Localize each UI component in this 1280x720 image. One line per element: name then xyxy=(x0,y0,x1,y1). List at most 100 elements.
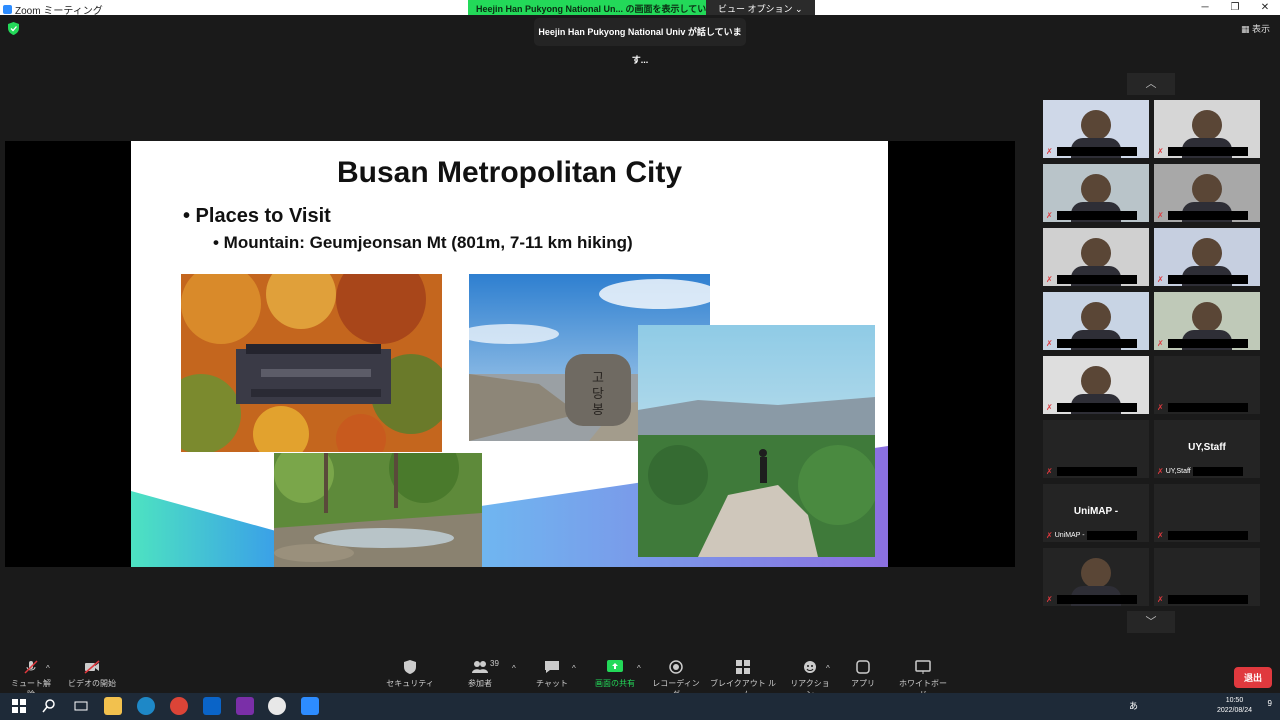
participant-tile[interactable]: ✗ xyxy=(1043,164,1149,222)
chrome-icon[interactable] xyxy=(170,697,188,715)
shield-icon[interactable] xyxy=(8,22,19,35)
record-icon xyxy=(669,660,683,674)
redacted-name-bar xyxy=(1086,530,1137,540)
participant-tile[interactable]: ✗ xyxy=(1154,356,1260,414)
zoom-taskbar-icon[interactable] xyxy=(301,697,319,715)
participant-label: ✗ xyxy=(1157,594,1248,604)
participant-video xyxy=(1081,366,1111,396)
temple-photo xyxy=(181,274,442,452)
share-screen-label: 画面の共有 xyxy=(595,679,635,688)
participant-video xyxy=(1192,238,1222,268)
redacted-name-bar xyxy=(1167,338,1248,348)
chat-chevron-icon[interactable]: ^ xyxy=(572,664,576,673)
outlook-icon[interactable] xyxy=(203,697,221,715)
ime-indicator[interactable]: あ xyxy=(1129,701,1138,711)
notification-icon[interactable]: 9 xyxy=(1268,699,1272,709)
participants-label: 参加者 xyxy=(468,679,492,688)
redacted-name-bar xyxy=(1056,338,1137,348)
muted-mic-icon: ✗ xyxy=(1046,530,1053,540)
participant-tile[interactable]: ✗ xyxy=(1043,356,1149,414)
participant-video xyxy=(1081,302,1111,332)
app-title-text: Zoom ミーティング xyxy=(15,6,103,17)
scroll-up-button[interactable]: ︿ xyxy=(1127,73,1175,95)
muted-mic-icon: ✗ xyxy=(1046,274,1053,284)
clock[interactable]: 10:50 2022/08/24 xyxy=(1217,696,1252,716)
participant-label: ✗ xyxy=(1046,338,1137,348)
windows-taskbar: あ 10:50 2022/08/24 9 xyxy=(0,693,1280,720)
participant-video xyxy=(1192,110,1222,140)
app-title: Zoom ミーティング xyxy=(3,2,103,17)
participant-tile[interactable]: UY,Staff ✗ UY,Staff xyxy=(1154,420,1260,478)
close-icon[interactable]: ✕ xyxy=(1250,0,1280,15)
minimize-icon[interactable]: ─ xyxy=(1190,0,1220,15)
view-options-button[interactable]: ビュー オプション ⌄ xyxy=(706,0,815,15)
share-screen-button[interactable]: 画面の共有 xyxy=(591,660,639,689)
participant-label: ✗ xyxy=(1157,274,1248,284)
muted-mic-icon: ✗ xyxy=(1157,466,1164,476)
onenote-icon[interactable] xyxy=(236,697,254,715)
slack-icon[interactable] xyxy=(268,697,286,715)
share-chevron-icon[interactable]: ^ xyxy=(637,664,641,673)
stone-inscription-2: 당 xyxy=(592,387,604,402)
chat-icon xyxy=(545,661,559,673)
redacted-name-bar xyxy=(1056,274,1137,284)
edge-browser-icon[interactable] xyxy=(137,697,155,715)
participants-chevron-icon[interactable]: ^ xyxy=(512,664,516,673)
apps-icon xyxy=(856,660,870,674)
chat-label: チャット xyxy=(536,679,568,688)
muted-mic-icon: ✗ xyxy=(1046,594,1053,604)
audio-options-chevron-icon[interactable]: ^ xyxy=(46,664,50,673)
participant-tile[interactable]: ✗ xyxy=(1043,228,1149,286)
security-label: セキュリティ xyxy=(386,679,434,688)
stone-inscription: 고 xyxy=(592,371,604,386)
participant-tile[interactable]: ✗ xyxy=(1154,164,1260,222)
participant-tile[interactable]: ✗ xyxy=(1154,292,1260,350)
participant-tile[interactable]: ✗ xyxy=(1154,228,1260,286)
participant-tile[interactable]: UniMAP - ✗ UniMAP - xyxy=(1043,484,1149,542)
participant-label: ✗ xyxy=(1157,210,1248,220)
slide-title: Busan Metropolitan City xyxy=(336,156,682,189)
maximize-icon[interactable]: ❐ xyxy=(1220,0,1250,15)
search-icon[interactable] xyxy=(40,697,58,715)
notification-count: 9 xyxy=(1267,699,1272,708)
mountain-stream-photo xyxy=(274,453,482,567)
muted-mic-icon xyxy=(24,660,38,674)
participant-tile[interactable]: ✗ xyxy=(1043,100,1149,158)
participant-tile[interactable]: ✗ xyxy=(1154,484,1260,542)
redacted-name-bar xyxy=(1167,146,1248,156)
participant-label: ✗ UniMAP - xyxy=(1046,530,1137,540)
participant-label: ✗ xyxy=(1157,146,1248,156)
reactions-chevron-icon[interactable]: ^ xyxy=(826,664,830,673)
participant-tile[interactable]: ✗ xyxy=(1154,100,1260,158)
participant-video xyxy=(1081,174,1111,204)
participant-tile[interactable]: ✗ xyxy=(1043,420,1149,478)
task-view-icon[interactable] xyxy=(72,697,90,715)
speaking-indicator: Heejin Han Pukyong National Univ が話しています… xyxy=(534,18,746,65)
security-shield-icon xyxy=(404,660,416,674)
file-explorer-icon[interactable] xyxy=(104,697,122,715)
security-button[interactable]: セキュリティ xyxy=(386,660,434,689)
start-video-button[interactable]: ビデオの開始 xyxy=(68,660,116,689)
participant-video xyxy=(1081,558,1111,588)
participant-label: ✗ xyxy=(1046,466,1137,476)
participant-tile[interactable]: ✗ xyxy=(1043,548,1149,606)
redacted-name-bar xyxy=(1167,594,1248,604)
redacted-name-bar xyxy=(1167,210,1248,220)
participant-tile[interactable]: ✗ xyxy=(1043,292,1149,350)
participant-label: ✗ xyxy=(1046,402,1137,412)
leave-button[interactable]: 退出 xyxy=(1233,667,1272,688)
windows-start-icon[interactable] xyxy=(10,697,28,715)
breakout-rooms-icon xyxy=(736,660,750,674)
view-toggle-button[interactable]: ▦ 表示 xyxy=(1241,22,1270,35)
chat-button[interactable]: チャット xyxy=(532,660,572,689)
participants-icon xyxy=(472,661,488,673)
participant-label: ✗ xyxy=(1046,146,1137,156)
participant-video xyxy=(1081,238,1111,268)
zoom-logo-icon xyxy=(3,5,12,14)
apps-button[interactable]: アプリ xyxy=(848,660,878,689)
scroll-down-button[interactable]: ﹀ xyxy=(1127,611,1175,633)
redacted-name-bar xyxy=(1192,466,1243,476)
video-off-icon xyxy=(84,660,100,674)
muted-mic-icon: ✗ xyxy=(1046,466,1053,476)
participant-tile[interactable]: ✗ xyxy=(1154,548,1260,606)
